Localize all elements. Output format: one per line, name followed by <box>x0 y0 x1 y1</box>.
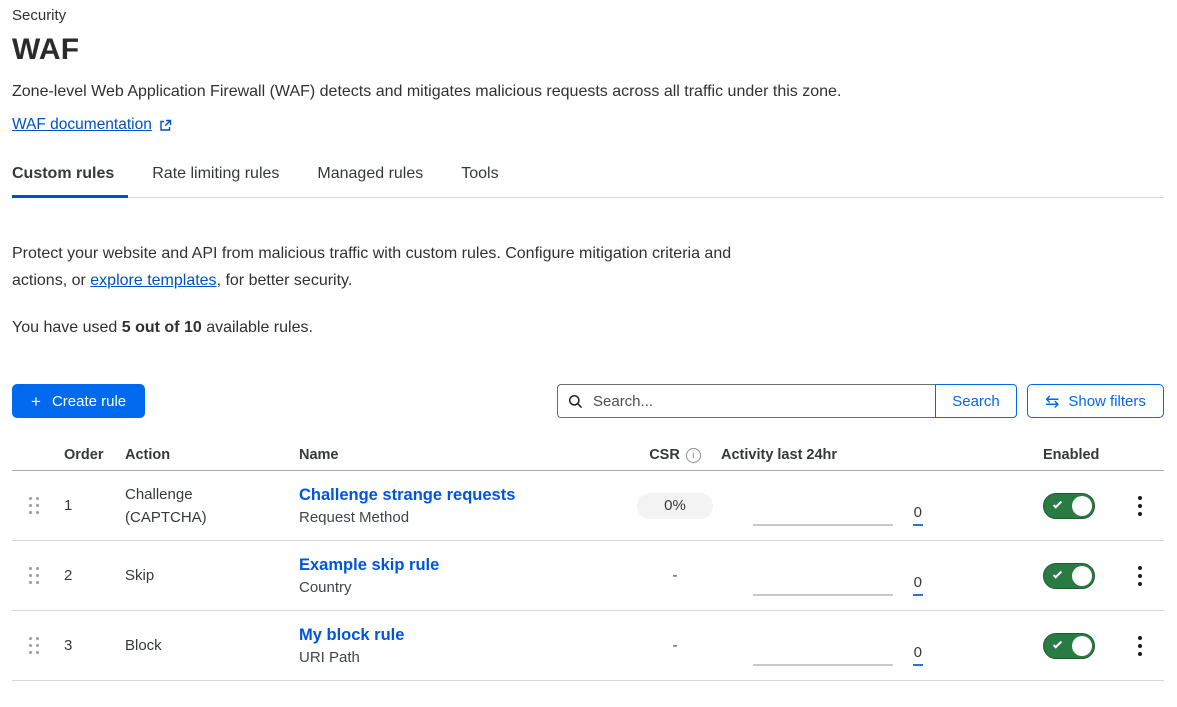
explore-templates-link[interactable]: explore templates <box>90 272 216 289</box>
tab-bar: Custom rules Rate limiting rules Managed… <box>12 165 1164 198</box>
activity-count-link[interactable]: 0 <box>913 644 923 666</box>
table-header: Order Action Name CSR i Activity last 24… <box>12 440 1164 471</box>
enabled-toggle[interactable] <box>1043 493 1095 519</box>
rule-field: Country <box>299 579 629 596</box>
toggle-knob <box>1072 496 1092 516</box>
show-filters-button[interactable]: ⇆ Show filters <box>1027 384 1164 418</box>
plus-icon: + <box>31 393 41 410</box>
header-order: Order <box>56 447 117 463</box>
table-row: 3 Block My block rule URI Path - 0 <box>12 611 1164 681</box>
rule-action: Challenge (CAPTCHA) <box>117 483 235 529</box>
create-rule-label: Create rule <box>52 393 126 410</box>
info-icon[interactable]: i <box>686 448 701 463</box>
enabled-toggle[interactable] <box>1043 563 1095 589</box>
enabled-toggle[interactable] <box>1043 633 1095 659</box>
tab-managed-rules[interactable]: Managed rules <box>317 165 437 197</box>
breadcrumb[interactable]: Security <box>12 7 1164 24</box>
usage-suffix: available rules. <box>202 319 313 336</box>
header-activity: Activity last 24hr <box>721 447 941 463</box>
search-button[interactable]: Search <box>935 384 1017 418</box>
rule-name-link[interactable]: Challenge strange requests <box>299 486 515 505</box>
header-name: Name <box>291 447 629 463</box>
header-csr: CSR <box>649 447 680 463</box>
page-title: WAF <box>12 33 1164 67</box>
activity-count-link[interactable]: 0 <box>913 504 923 526</box>
intro-text: Protect your website and API from malici… <box>12 240 757 294</box>
rule-action: Skip <box>117 564 235 587</box>
rules-table: Order Action Name CSR i Activity last 24… <box>12 440 1164 681</box>
toggle-knob <box>1072 566 1092 586</box>
kebab-menu-icon[interactable] <box>1115 560 1164 592</box>
check-icon <box>1053 569 1062 578</box>
usage-prefix: You have used <box>12 319 122 336</box>
activity-count-link[interactable]: 0 <box>913 574 923 596</box>
activity-sparkline <box>753 594 893 596</box>
rule-order: 3 <box>56 637 117 654</box>
tab-tools[interactable]: Tools <box>461 165 512 197</box>
search-input[interactable] <box>591 392 925 411</box>
tab-rate-limiting-rules[interactable]: Rate limiting rules <box>152 165 293 197</box>
table-row: 1 Challenge (CAPTCHA) Challenge strange … <box>12 471 1164 541</box>
waf-documentation-link[interactable]: WAF documentation <box>12 116 152 134</box>
show-filters-label: Show filters <box>1068 393 1146 410</box>
create-rule-button[interactable]: + Create rule <box>12 384 145 418</box>
intro-after: , for better security. <box>217 272 353 289</box>
drag-handle-icon[interactable] <box>29 637 39 654</box>
check-icon <box>1053 639 1062 648</box>
header-action: Action <box>117 447 291 463</box>
activity-sparkline <box>753 524 893 526</box>
header-enabled: Enabled <box>941 447 1115 463</box>
drag-handle-icon[interactable] <box>29 567 39 584</box>
external-link-icon <box>159 119 172 132</box>
search-box <box>557 384 935 418</box>
rule-order: 1 <box>56 497 117 514</box>
rule-action: Block <box>117 634 235 657</box>
csr-value: 0% <box>637 493 713 519</box>
rule-field: URI Path <box>299 649 629 666</box>
csr-value: - <box>673 637 678 654</box>
drag-handle-icon[interactable] <box>29 497 39 514</box>
rule-order: 2 <box>56 567 117 584</box>
rule-field: Request Method <box>299 509 629 526</box>
rule-name-link[interactable]: Example skip rule <box>299 556 439 575</box>
tab-custom-rules[interactable]: Custom rules <box>12 165 128 197</box>
page-description: Zone-level Web Application Firewall (WAF… <box>12 83 1164 101</box>
waf-page: Security WAF Zone-level Web Application … <box>0 0 1177 681</box>
check-icon <box>1053 499 1062 508</box>
kebab-menu-icon[interactable] <box>1115 630 1164 662</box>
swap-arrows-icon: ⇆ <box>1045 393 1059 410</box>
table-row: 2 Skip Example skip rule Country - 0 <box>12 541 1164 611</box>
usage-text: You have used 5 out of 10 available rule… <box>12 319 1164 337</box>
toggle-knob <box>1072 636 1092 656</box>
rule-name-link[interactable]: My block rule <box>299 626 404 645</box>
usage-count: 5 out of 10 <box>122 319 202 336</box>
search-icon <box>568 394 583 409</box>
kebab-menu-icon[interactable] <box>1115 490 1164 522</box>
activity-sparkline <box>753 664 893 666</box>
csr-value: - <box>673 567 678 584</box>
toolbar: + Create rule Search ⇆ Show filt <box>12 384 1164 418</box>
